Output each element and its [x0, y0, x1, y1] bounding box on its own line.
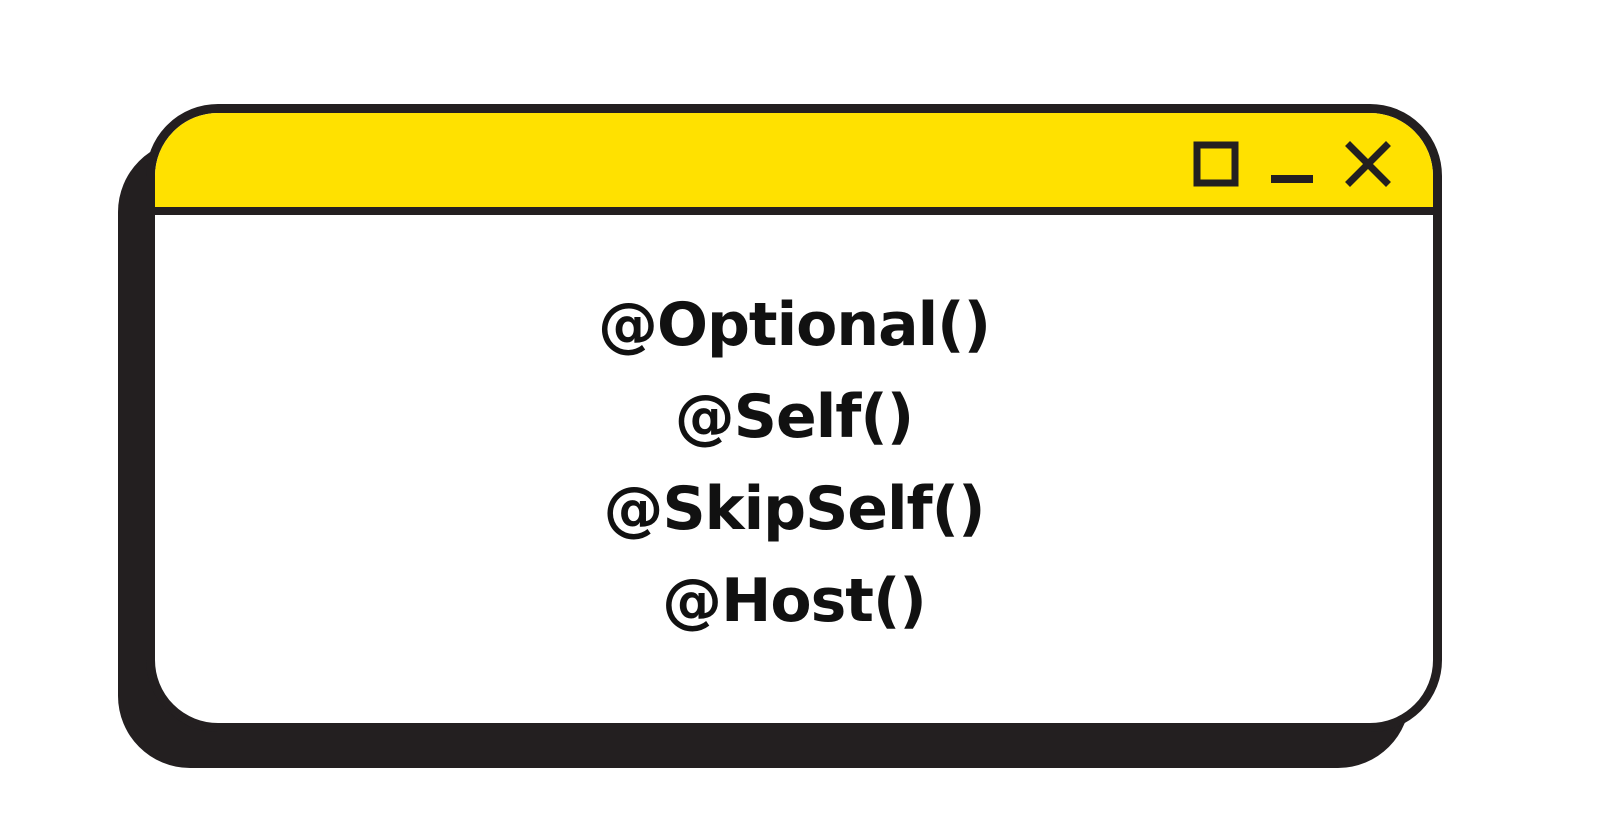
- app-window: @Optional() @Self() @SkipSelf() @Host(): [146, 104, 1442, 732]
- window-content: @Optional() @Self() @SkipSelf() @Host(): [155, 215, 1433, 723]
- maximize-square-icon: [1193, 141, 1239, 187]
- close-x-icon: [1345, 141, 1391, 187]
- decorator-optional: @Optional(): [597, 290, 991, 360]
- stage: @Optional() @Self() @SkipSelf() @Host(): [0, 0, 1600, 840]
- decorator-list: @Optional() @Self() @SkipSelf() @Host(): [597, 279, 991, 647]
- decorator-skip-self: @SkipSelf(): [603, 474, 985, 544]
- minimize-button[interactable]: [1269, 141, 1315, 187]
- decorator-host: @Host(): [662, 566, 927, 636]
- decorator-self: @Self(): [674, 382, 914, 452]
- minimize-bar-icon: [1271, 175, 1313, 183]
- maximize-button[interactable]: [1193, 141, 1239, 187]
- close-button[interactable]: [1345, 141, 1391, 187]
- title-bar[interactable]: [155, 113, 1433, 215]
